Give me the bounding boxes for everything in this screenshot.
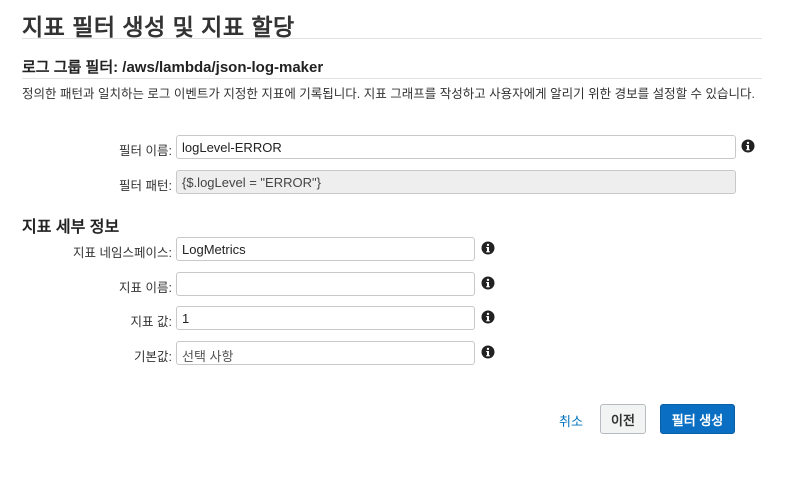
page-title: 지표 필터 생성 및 지표 할당 — [22, 14, 295, 40]
metric-value-row: 지표 값: 1 — [0, 306, 810, 330]
filter-pattern-label: 필터 패턴: — [119, 179, 172, 193]
metric-name-label: 지표 이름: — [119, 281, 172, 295]
filter-pattern-field: {$.logLevel = "ERROR"} — [176, 170, 736, 194]
metric-name-input[interactable] — [176, 272, 475, 296]
description-text: 정의한 패턴과 일치하는 로그 이벤트가 지정한 지표에 기록됩니다. 지표 그… — [22, 87, 755, 101]
default-value-placeholder: 선택 사항 — [182, 349, 234, 364]
filter-pattern-row: 필터 패턴: {$.logLevel = "ERROR"} — [0, 170, 810, 194]
log-group-divider — [22, 78, 762, 79]
default-value-row: 기본값: 선택 사항 — [0, 341, 810, 365]
filter-name-row: 필터 이름: logLevel-ERROR — [0, 135, 810, 159]
metric-value-input[interactable]: 1 — [176, 306, 475, 330]
previous-button[interactable]: 이전 — [600, 404, 646, 434]
info-icon[interactable] — [481, 276, 495, 290]
default-value-input[interactable]: 선택 사항 — [176, 341, 475, 365]
filter-name-label: 필터 이름: — [119, 144, 172, 158]
info-icon[interactable] — [741, 139, 755, 153]
create-filter-button[interactable]: 필터 생성 — [660, 404, 735, 434]
info-icon[interactable] — [481, 345, 495, 359]
metric-namespace-row: 지표 네임스페이스: LogMetrics — [0, 237, 810, 261]
metric-value-label: 지표 값: — [130, 315, 172, 329]
metric-namespace-input[interactable]: LogMetrics — [176, 237, 475, 261]
cancel-link[interactable]: 취소 — [559, 411, 583, 430]
metric-name-row: 지표 이름: — [0, 272, 810, 296]
log-group-heading: 로그 그룹 필터: /aws/lambda/json-log-maker — [22, 59, 324, 76]
title-divider — [22, 38, 762, 39]
metric-namespace-label: 지표 네임스페이스: — [73, 246, 172, 260]
metric-details-heading: 지표 세부 정보 — [22, 219, 120, 236]
filter-name-input[interactable]: logLevel-ERROR — [176, 135, 736, 159]
default-value-label: 기본값: — [134, 350, 172, 364]
info-icon[interactable] — [481, 241, 495, 255]
info-icon[interactable] — [481, 310, 495, 324]
